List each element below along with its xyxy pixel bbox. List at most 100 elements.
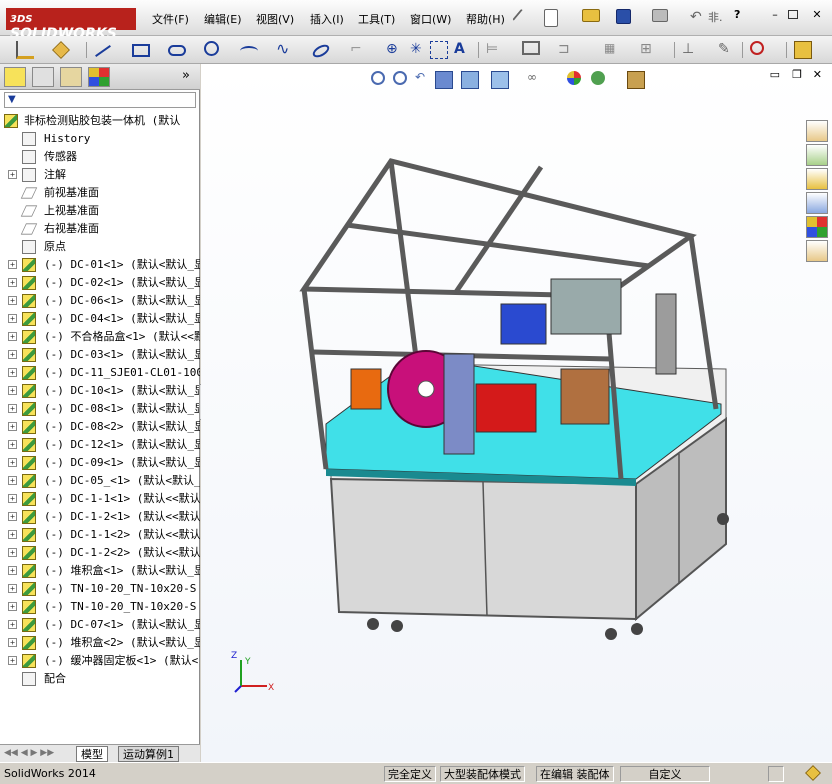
view-palette-icon[interactable] — [806, 192, 828, 214]
mirror-icon[interactable]: ⊐ — [558, 41, 576, 59]
trim-icon[interactable]: ⊨ — [486, 41, 504, 59]
print-icon[interactable] — [652, 9, 668, 22]
smart-dimension-icon[interactable] — [52, 41, 70, 59]
arc-icon[interactable] — [240, 46, 258, 56]
tree-item[interactable]: + (-) 堆积盒<2> (默认<默认_显 — [0, 634, 200, 652]
expand-icon[interactable]: + — [8, 170, 17, 179]
plane-sketch-icon[interactable]: ⊕ — [386, 41, 404, 59]
expand-icon[interactable]: + — [8, 566, 17, 575]
tree-item[interactable]: + (-) DC-04<1> (默认<默认_显 — [0, 310, 200, 328]
file-explorer-icon[interactable] — [806, 168, 828, 190]
ellipse-icon[interactable] — [310, 42, 332, 60]
tree-item[interactable]: + (-) DC-08<1> (默认<默认_显 — [0, 400, 200, 418]
resources-icon[interactable] — [806, 120, 828, 142]
sketch-icon[interactable] — [16, 41, 34, 59]
spline-icon[interactable]: ∿ — [276, 41, 294, 59]
menu-file[interactable]: 文件(F) — [152, 11, 189, 27]
menu-help[interactable]: 帮助(H) — [466, 11, 505, 27]
tree-item[interactable]: + (-) DC-1-2<1> (默认<<默认 — [0, 508, 200, 526]
design-library-icon[interactable] — [806, 144, 828, 166]
tree-item[interactable]: + (-) DC-02<1> (默认<默认_显 — [0, 274, 200, 292]
undo-icon[interactable]: ↶ — [690, 9, 708, 27]
tree-item[interactable]: + (-) TN-10-20_TN-10x20-S ( — [0, 580, 200, 598]
quick-snaps-icon[interactable] — [750, 41, 764, 55]
filter-icon[interactable]: ▼ — [8, 94, 16, 105]
move-entities-icon[interactable]: ⊞ — [640, 41, 658, 59]
tab-motion-study[interactable]: 运动算例1 — [118, 746, 179, 762]
tab-scroll-icon[interactable]: ◀◀ ◀ ▶ ▶▶ — [4, 748, 54, 758]
expand-icon[interactable]: + — [8, 458, 17, 467]
rebuild-label[interactable]: 非. — [708, 9, 723, 25]
menu-tools[interactable]: 工具(T) — [358, 11, 395, 27]
repair-sketch-icon[interactable]: ✎ — [718, 41, 736, 59]
tree-item[interactable]: + (-) DC-10<1> (默认<默认_显 — [0, 382, 200, 400]
expand-icon[interactable]: + — [8, 602, 17, 611]
tree-filter[interactable]: ▼ — [4, 92, 196, 108]
linear-pattern-icon[interactable]: ▦ — [604, 41, 622, 59]
solidworks-logo[interactable]: 3DS SOLIDWORKS — [6, 8, 136, 42]
appearances-icon[interactable] — [806, 216, 828, 238]
expand-icon[interactable]: + — [8, 422, 17, 431]
tree-item[interactable]: + (-) 不合格品盒<1> (默认<<默 — [0, 328, 200, 346]
tree-root[interactable]: 非标检测贴胶包装一体机 (默认 — [0, 112, 200, 130]
text-grid-icon[interactable] — [430, 41, 448, 59]
expand-icon[interactable]: + — [8, 656, 17, 665]
save-icon[interactable] — [616, 9, 631, 24]
tree-item[interactable]: 上视基准面 — [0, 202, 200, 220]
open-folder-icon[interactable] — [582, 9, 600, 22]
expand-icon[interactable]: + — [8, 260, 17, 269]
expand-icon[interactable]: + — [8, 476, 17, 485]
point-icon[interactable]: ✳ — [410, 41, 428, 59]
tree-item[interactable]: 传感器 — [0, 148, 200, 166]
close-icon[interactable]: ✕ — [810, 9, 824, 21]
assembly-model[interactable]: X Y Z — [201, 64, 832, 762]
offset-icon[interactable] — [522, 41, 540, 55]
expand-icon[interactable]: + — [8, 386, 17, 395]
help-icon[interactable]: ? — [734, 8, 740, 21]
expand-icon[interactable]: + — [8, 620, 17, 629]
menu-window[interactable]: 窗口(W) — [410, 11, 451, 27]
status-units[interactable]: 自定义 — [620, 766, 710, 782]
tree-item[interactable]: + (-) DC-03<1> (默认<默认_显 — [0, 346, 200, 364]
display-manager-tab[interactable] — [88, 67, 110, 87]
custom-properties-icon[interactable] — [806, 240, 828, 262]
tree-item[interactable]: 原点 — [0, 238, 200, 256]
new-document-icon[interactable] — [544, 9, 558, 27]
tree-item[interactable]: + 注解 — [0, 166, 200, 184]
expand-icon[interactable]: + — [8, 332, 17, 341]
menu-view[interactable]: 视图(V) — [256, 11, 294, 27]
tree-item[interactable]: + (-) DC-05_<1> (默认<默认_显 — [0, 472, 200, 490]
restore-icon[interactable] — [788, 10, 798, 19]
tree-item[interactable]: + (-) DC-1-1<1> (默认<<默认 — [0, 490, 200, 508]
tree-item[interactable]: + (-) DC-07<1> (默认<默认_显 — [0, 616, 200, 634]
status-tag-icon[interactable] — [805, 765, 821, 781]
rapid-sketch-icon[interactable] — [794, 41, 812, 59]
menu-insert[interactable]: 插入(I) — [310, 11, 344, 27]
expand-icon[interactable]: + — [8, 548, 17, 557]
feature-manager-tab[interactable] — [4, 67, 26, 87]
expand-icon[interactable]: + — [8, 404, 17, 413]
tree-item[interactable]: 前视基准面 — [0, 184, 200, 202]
expand-icon[interactable]: + — [8, 440, 17, 449]
expand-tabs-icon[interactable]: » — [182, 68, 190, 83]
tree-item[interactable]: + (-) DC-08<2> (默认<默认_显 — [0, 418, 200, 436]
tree-item[interactable]: + (-) DC-01<1> (默认<默认_显 — [0, 256, 200, 274]
tree-item[interactable]: + (-) 缓冲器固定板<1> (默认< — [0, 652, 200, 670]
relations-icon[interactable]: ⊥ — [682, 41, 700, 59]
graphics-viewport[interactable]: ↶ ∞ ▭ ❐ ✕ X Y Z — [201, 64, 832, 762]
property-manager-tab[interactable] — [32, 67, 54, 87]
tree-item[interactable]: + (-) DC-12<1> (默认<默认_显 — [0, 436, 200, 454]
expand-icon[interactable]: + — [8, 584, 17, 593]
tree-item[interactable]: 配合 — [0, 670, 200, 688]
pin-icon[interactable] — [512, 8, 526, 24]
menu-edit[interactable]: 编辑(E) — [204, 11, 242, 27]
tree-item[interactable]: History — [0, 130, 200, 148]
line-icon[interactable] — [95, 45, 111, 57]
expand-icon[interactable]: + — [8, 350, 17, 359]
expand-icon[interactable]: + — [8, 638, 17, 647]
expand-icon[interactable]: + — [8, 494, 17, 503]
expand-icon[interactable]: + — [8, 368, 17, 377]
expand-icon[interactable]: + — [8, 314, 17, 323]
expand-icon[interactable]: + — [8, 512, 17, 521]
minimize-icon[interactable]: – — [768, 9, 782, 21]
